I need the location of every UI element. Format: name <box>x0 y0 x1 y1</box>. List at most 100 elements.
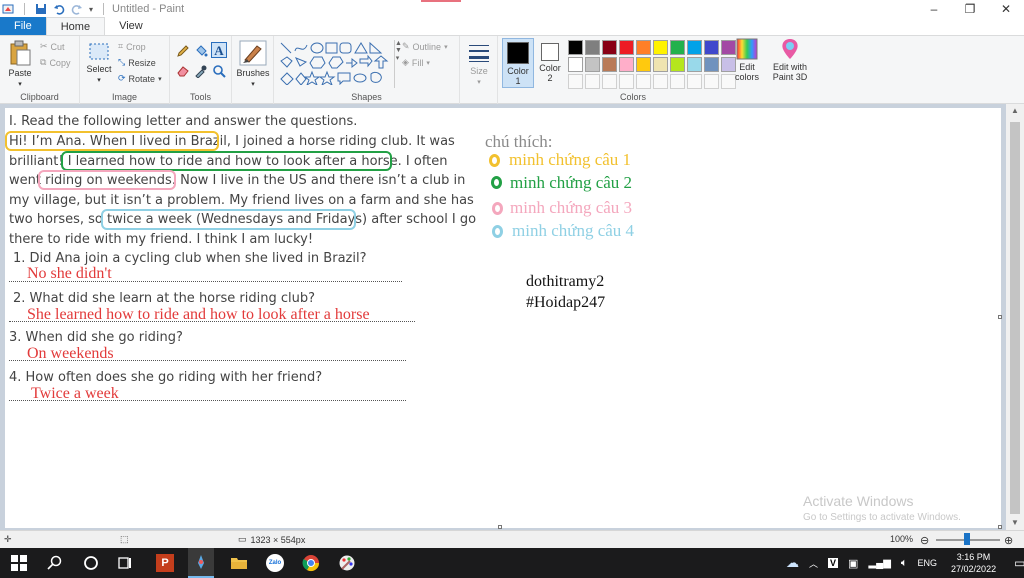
copy-button[interactable]: ⧉ Copy <box>40 57 70 68</box>
palette-color-swatch[interactable] <box>602 40 617 55</box>
outline-button[interactable]: ✎ Outline ▾ <box>402 41 448 52</box>
palette-color-swatch[interactable] <box>636 57 651 72</box>
palette-color-swatch[interactable] <box>619 57 634 72</box>
onedrive-icon[interactable]: ☁ <box>786 555 799 571</box>
palette-color-swatch[interactable] <box>670 40 685 55</box>
clock[interactable]: 3:16 PM 27/02/2022 <box>951 551 996 575</box>
edit-paint3d-button[interactable]: Edit with Paint 3D <box>768 38 812 82</box>
magnifier-icon[interactable] <box>212 64 226 78</box>
color1-button[interactable]: Color 1 <box>502 38 534 88</box>
custom-color-slot[interactable] <box>653 74 668 89</box>
vertical-scrollbar[interactable]: ▲ ▼ <box>1006 104 1024 530</box>
scroll-up-icon[interactable]: ▲ <box>1011 106 1019 115</box>
zoom-out-button[interactable]: ⊖ <box>920 534 929 547</box>
question-4: 4. How often does she go riding with her… <box>9 370 323 385</box>
vietkey-icon[interactable]: V <box>828 558 839 568</box>
cut-button[interactable]: ✂ Cut <box>40 41 65 52</box>
customize-qa-icon[interactable]: ▾ <box>89 5 93 14</box>
palette-color-swatch[interactable] <box>585 40 600 55</box>
scissors-icon: ✂ <box>40 41 48 51</box>
close-button[interactable]: ✕ <box>988 0 1024 18</box>
tab-home[interactable]: Home <box>45 17 106 35</box>
canvas-resize-handle-bottom[interactable] <box>498 525 502 529</box>
scroll-down-icon[interactable]: ▼ <box>1011 518 1019 527</box>
brushes-group[interactable]: Brushes ▾ <box>232 36 274 104</box>
palette-color-swatch[interactable] <box>585 57 600 72</box>
drawing-canvas[interactable]: I. Read the following letter and answer … <box>5 108 1001 528</box>
tab-view[interactable]: View <box>105 17 157 35</box>
rotate-button[interactable]: ⟳ Rotate ▾ <box>118 73 162 84</box>
volume-icon[interactable]: 🔈︎ <box>901 557 908 570</box>
custom-color-slot[interactable] <box>687 74 702 89</box>
resize-button[interactable]: ⤡ Resize <box>118 57 156 68</box>
palette-color-swatch[interactable] <box>568 57 583 72</box>
palette-color-swatch[interactable] <box>653 40 668 55</box>
canvas-resize-handle-right[interactable] <box>998 315 1002 319</box>
palette-color-swatch[interactable] <box>568 40 583 55</box>
selection-size: ⬚ <box>120 534 129 545</box>
custom-color-slot[interactable] <box>568 74 583 89</box>
pencil-icon[interactable] <box>176 44 190 58</box>
taskbar-paint[interactable] <box>188 548 214 578</box>
palette-color-swatch[interactable] <box>602 57 617 72</box>
taskbar-chrome[interactable] <box>300 553 322 573</box>
signature-tag: #Hoidap247 <box>526 294 606 311</box>
save-icon[interactable] <box>35 3 47 15</box>
palette-color-swatch[interactable] <box>704 57 719 72</box>
palette-color-swatch[interactable] <box>687 57 702 72</box>
rotate-icon: ⟳ <box>118 73 126 83</box>
shapes-scroll[interactable]: ▲ ▼ ▾ <box>394 40 402 88</box>
select-button[interactable]: Select ▾ <box>84 42 114 86</box>
palette-color-swatch[interactable] <box>687 40 702 55</box>
task-view-button[interactable] <box>114 553 136 573</box>
text-tool-icon[interactable]: A <box>211 42 227 58</box>
zoom-slider-thumb[interactable] <box>964 533 970 545</box>
zoom-in-button[interactable]: ⊕ <box>1004 534 1013 547</box>
custom-color-slot[interactable] <box>670 74 685 89</box>
legend-item-4: minh chứng câu 4 <box>512 221 635 240</box>
color2-button[interactable]: Color 2 <box>536 38 564 83</box>
size-group[interactable]: Size ▾ <box>460 36 498 104</box>
minimize-button[interactable]: – <box>916 0 952 18</box>
size-button[interactable]: Size ▾ <box>464 42 494 88</box>
taskbar-zalo[interactable]: Zalo <box>264 553 286 573</box>
canvas-resize-handle-corner[interactable] <box>998 525 1002 529</box>
start-button[interactable] <box>8 553 30 573</box>
redo-icon[interactable] <box>71 3 83 15</box>
shapes-gallery[interactable] <box>279 41 395 85</box>
custom-color-slot[interactable] <box>602 74 617 89</box>
language-indicator[interactable]: ENG <box>918 558 938 568</box>
search-button[interactable] <box>44 553 66 573</box>
edit-colors-button[interactable]: Edit colors <box>730 38 764 82</box>
custom-color-slot[interactable] <box>704 74 719 89</box>
fill-button[interactable]: ◈ Fill ▾ <box>402 57 430 68</box>
tray-app-icon[interactable]: ▣ <box>848 557 858 570</box>
taskbar-file-explorer[interactable] <box>228 553 250 573</box>
scrollbar-thumb[interactable] <box>1010 122 1020 514</box>
paste-button[interactable]: Paste ▾ <box>4 40 36 90</box>
taskbar-powerpoint[interactable]: P <box>154 553 176 573</box>
legend-item-1: minh chứng câu 1 <box>509 150 632 169</box>
palette-color-swatch[interactable] <box>653 57 668 72</box>
palette-color-swatch[interactable] <box>619 40 634 55</box>
custom-color-slot[interactable] <box>636 74 651 89</box>
show-hidden-icons-icon[interactable]: ︿ <box>809 557 818 570</box>
color-picker-icon[interactable] <box>194 64 208 78</box>
network-icon[interactable]: ▂▄▆ <box>868 558 890 569</box>
palette-color-swatch[interactable] <box>670 57 685 72</box>
brushes-button[interactable]: Brushes ▾ <box>234 40 272 90</box>
tab-file[interactable]: File <box>0 17 46 35</box>
taskbar-paint-pinned[interactable] <box>336 553 358 573</box>
resize-icon: ⤡ <box>118 57 126 67</box>
eraser-icon[interactable] <box>176 64 190 78</box>
undo-icon[interactable] <box>53 3 65 15</box>
fill-bucket-icon[interactable] <box>194 44 208 58</box>
palette-color-swatch[interactable] <box>636 40 651 55</box>
palette-color-swatch[interactable] <box>704 40 719 55</box>
custom-color-slot[interactable] <box>585 74 600 89</box>
restore-button[interactable]: ❐ <box>952 0 988 18</box>
crop-button[interactable]: ⌗ Crop <box>118 41 146 52</box>
cortana-button[interactable] <box>80 553 102 573</box>
custom-color-slot[interactable] <box>619 74 634 89</box>
notification-icon[interactable]: ▭ <box>1014 556 1024 570</box>
